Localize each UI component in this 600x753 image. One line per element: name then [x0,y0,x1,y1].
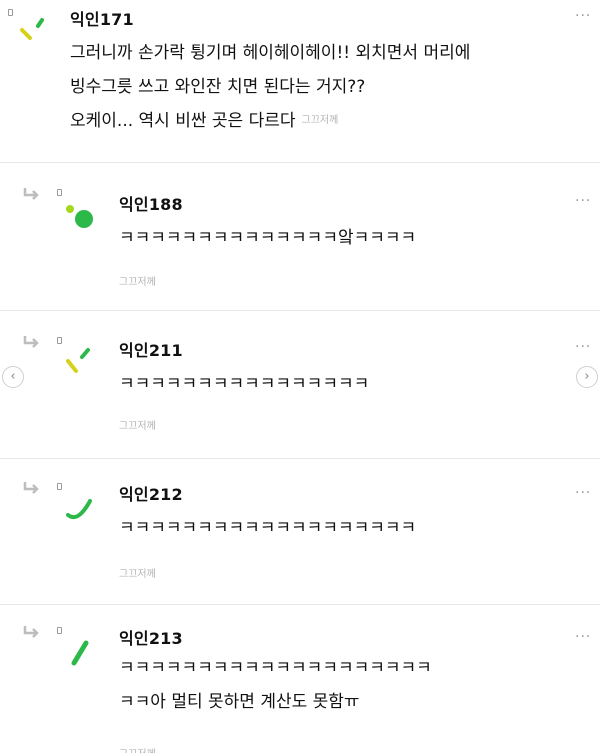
comment-213: 익인213 ··· ㅋㅋㅋㅋㅋㅋㅋㅋㅋㅋㅋㅋㅋㅋㅋㅋㅋㅋㅋㅋ ㅋㅋ아 멀티 못하… [0,605,600,753]
comment-211: 익인211 ··· ㅋㅋㅋㅋㅋㅋㅋㅋㅋㅋㅋㅋㅋㅋㅋㅋ 그끄저께 [0,311,600,458]
timestamp: 그끄저께 [119,277,156,288]
avatar[interactable] [14,16,54,56]
comment-line: 빙수그릇 쓰고 와인잔 치면 된다는 거지?? [70,77,366,97]
reply-arrow-icon [22,625,40,639]
confetti-avatar-icon [20,18,44,40]
author-name[interactable]: 익인171 [70,6,134,30]
avatar-badge-icon [8,9,13,16]
timestamp: 그끄저께 [119,421,156,432]
more-options-icon[interactable]: ··· [575,8,591,24]
more-options-icon[interactable]: ··· [575,629,591,645]
reply-arrow-icon [22,187,40,201]
comment-text: ㅋㅋㅋㅋㅋㅋㅋㅋㅋㅋㅋㅋㅋㅋㅋㅋㅋㅋㅋㅋ ㅋㅋ아 멀티 못하면 계산도 못함ㅠ [119,651,432,719]
arc-avatar-icon [66,499,92,520]
avatar-badge-icon [57,627,62,634]
reply-arrow-icon [22,481,40,495]
avatar[interactable] [62,637,102,677]
dots-avatar-icon [66,205,93,228]
comment-text: ㅋㅋㅋㅋㅋㅋㅋㅋㅋㅋㅋㅋㅋㅋ앜ㅋㅋㅋㅋ [119,228,417,248]
author-name[interactable]: 익인213 [119,625,183,649]
author-name[interactable]: 익인212 [119,481,183,505]
comment-line: 그러니까 손가락 튕기며 헤이헤이헤이!! 외치면서 머리에 [70,43,471,63]
timestamp: 그끄저께 [119,569,156,580]
confetti-avatar-icon [66,348,90,373]
next-arrow-icon[interactable]: › [576,366,598,388]
prev-arrow-icon[interactable]: ‹ [2,366,24,388]
avatar[interactable] [62,493,102,533]
avatar[interactable] [62,199,102,239]
comment-text: 그러니까 손가락 튕기며 헤이헤이헤이!! 외치면서 머리에 빙수그릇 쓰고 와… [70,36,470,138]
avatar-badge-icon [57,337,62,344]
avatar-badge-icon [57,483,62,490]
stroke-avatar-icon [71,640,89,666]
comment-212: 익인212 ··· ㅋㅋㅋㅋㅋㅋㅋㅋㅋㅋㅋㅋㅋㅋㅋㅋㅋㅋㅋ 그끄저께 [0,459,600,604]
more-options-icon[interactable]: ··· [575,339,591,355]
comment-188: 익인188 ··· ㅋㅋㅋㅋㅋㅋㅋㅋㅋㅋㅋㅋㅋㅋ앜ㅋㅋㅋㅋ 그끄저께 [0,163,600,310]
avatar-badge-icon [57,189,62,196]
comment-171: 익인171 ··· 그러니까 손가락 튕기며 헤이헤이헤이!! 외치면서 머리에… [0,0,600,160]
timestamp: 그끄저께 [301,115,339,126]
timestamp: 그끄저께 [119,745,156,753]
comment-text: ㅋㅋㅋㅋㅋㅋㅋㅋㅋㅋㅋㅋㅋㅋㅋㅋ [119,374,370,394]
comment-line: 오케이... 역시 비싼 곳은 다르다 [70,111,296,131]
more-options-icon[interactable]: ··· [575,193,591,209]
comment-line-with-time: 오케이... 역시 비싼 곳은 다르다 그끄저께 [70,104,470,138]
reply-arrow-icon [22,335,40,349]
author-name[interactable]: 익인188 [119,191,183,215]
comment-line: ㅋㅋ아 멀티 못하면 계산도 못함ㅠ [119,692,360,712]
more-options-icon[interactable]: ··· [575,485,591,501]
avatar[interactable] [62,347,102,387]
comment-text: ㅋㅋㅋㅋㅋㅋㅋㅋㅋㅋㅋㅋㅋㅋㅋㅋㅋㅋㅋ [119,518,417,538]
comment-line: ㅋㅋㅋㅋㅋㅋㅋㅋㅋㅋㅋㅋㅋㅋㅋㅋㅋㅋㅋㅋ [119,658,432,678]
author-name[interactable]: 익인211 [119,337,183,361]
